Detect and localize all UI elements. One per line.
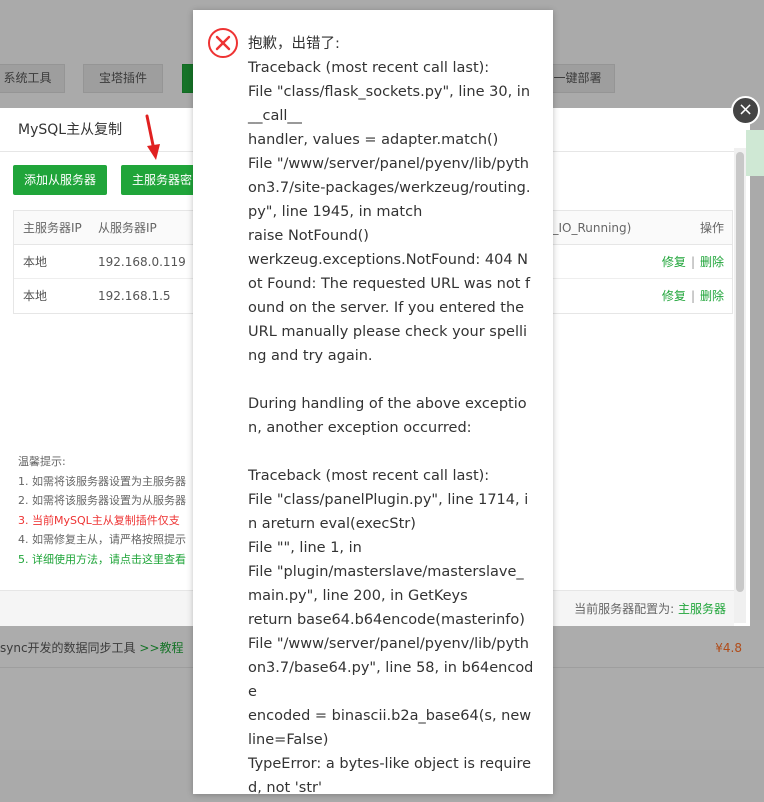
delete-link[interactable]: 删除 [700, 255, 724, 269]
tip-item-help-link[interactable]: 5. 详细使用方法，请点击这里查看 [18, 550, 186, 570]
error-popup: 抱歉，出错了: Traceback (most recent call last… [193, 10, 553, 796]
red-arrow-icon [145, 114, 160, 160]
tips-title: 温馨提示: [18, 455, 66, 468]
dialog-scrollbar[interactable] [734, 148, 746, 623]
tip-item: 2. 如需将该服务器设置为从服务器 [18, 494, 186, 507]
error-x-icon [208, 28, 238, 58]
server-config-status: 当前服务器配置为: 主服务器 [574, 602, 726, 616]
error-message: 抱歉，出错了: Traceback (most recent call last… [248, 36, 534, 796]
row-master: 本地 [23, 289, 48, 303]
row-actions: 修复 | 删除 [661, 289, 724, 303]
repair-link[interactable]: 修复 [662, 255, 686, 269]
row-actions: 修复 | 删除 [661, 255, 724, 269]
tips-section: 温馨提示: 1. 如需将该服务器设置为主服务器 2. 如需将该服务器设置为从服务… [18, 452, 186, 569]
tip-item: 1. 如需将该服务器设置为主服务器 [18, 474, 186, 488]
header-master-ip: 主服务器IP [23, 221, 82, 235]
delete-link[interactable]: 删除 [700, 289, 724, 303]
header-slave-ip: 从服务器IP [98, 221, 157, 235]
close-icon[interactable]: × [731, 96, 760, 125]
add-slave-button[interactable]: 添加从服务器 [13, 165, 108, 195]
background-highlight [746, 130, 764, 176]
scroll-thumb[interactable] [736, 152, 744, 592]
repair-link[interactable]: 修复 [662, 289, 686, 303]
row-slave-ip: 192.168.1.5 [98, 289, 171, 303]
tip-item-warning: 3. 当前MySQL主从复制插件仅支 [18, 513, 180, 527]
header-action: 操作 [699, 221, 724, 235]
row-master: 本地 [23, 255, 48, 269]
tip-item: 4. 如需修复主从，请严格按照提示 [18, 533, 186, 546]
master-key-button[interactable]: 主服务器密 [121, 165, 204, 195]
row-slave-ip: 192.168.0.119 [98, 255, 186, 269]
